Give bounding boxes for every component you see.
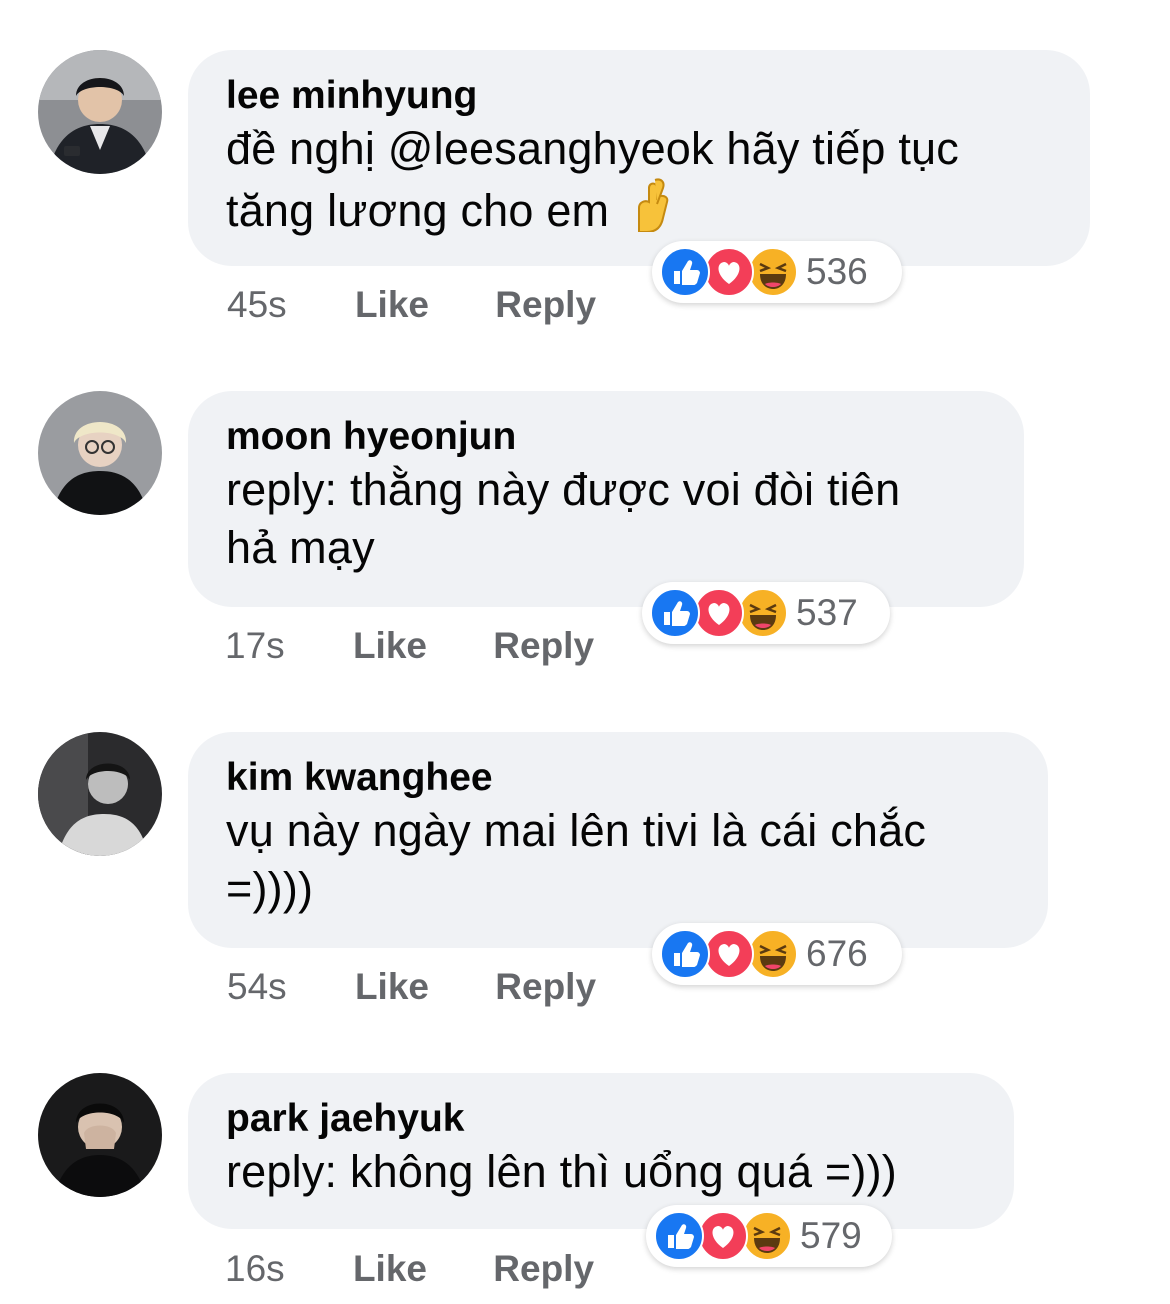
comment-actions: 54s Like Reply xyxy=(227,966,652,1008)
comment-timestamp[interactable]: 54s xyxy=(227,966,287,1008)
like-icon xyxy=(650,588,700,638)
like-button[interactable]: Like xyxy=(355,966,429,1008)
reaction-count: 536 xyxy=(806,251,868,292)
comment-text-line: reply: không lên thì uổng quá =))) xyxy=(226,1146,897,1197)
comment-actions: 17s Like Reply xyxy=(225,625,650,667)
comment-bubble: kim kwanghee vụ này ngày mai lên tivi là… xyxy=(188,732,1048,948)
love-icon xyxy=(704,247,754,297)
like-button[interactable]: Like xyxy=(355,284,429,326)
comment-bubble: moon hyeonjun reply: thằng này được voi … xyxy=(188,391,1024,607)
like-button[interactable]: Like xyxy=(353,1248,427,1290)
like-button[interactable]: Like xyxy=(353,625,427,667)
reactions-summary[interactable]: 536 xyxy=(652,241,902,303)
reactions-summary[interactable]: 579 xyxy=(646,1205,892,1267)
reply-button[interactable]: Reply xyxy=(495,284,596,326)
comment-timestamp[interactable]: 45s xyxy=(227,284,287,326)
haha-icon xyxy=(738,588,788,638)
reactions-summary[interactable]: 537 xyxy=(642,582,890,644)
comment-text-line: reply: thằng này được voi đòi tiên xyxy=(226,464,901,515)
love-icon xyxy=(694,588,744,638)
avatar[interactable] xyxy=(38,1073,162,1197)
haha-icon xyxy=(748,929,798,979)
comment-text-line-2: hả mạy xyxy=(226,522,375,573)
haha-icon xyxy=(742,1211,792,1261)
reply-button[interactable]: Reply xyxy=(493,625,594,667)
crossed-fingers-icon xyxy=(629,178,675,246)
avatar[interactable] xyxy=(38,50,162,174)
comment-author[interactable]: lee minhyung xyxy=(226,72,1050,120)
comment-text-line-2: tăng lương cho em xyxy=(226,178,1050,246)
comment-text-line: vụ này ngày mai lên tivi là cái chắc xyxy=(226,805,927,856)
reply-button[interactable]: Reply xyxy=(493,1248,594,1290)
comment-bubble: park jaehyuk reply: không lên thì uổng q… xyxy=(188,1073,1014,1229)
like-icon xyxy=(660,929,710,979)
comment-timestamp[interactable]: 16s xyxy=(225,1248,285,1290)
avatar[interactable] xyxy=(38,732,162,856)
reactions-summary[interactable]: 676 xyxy=(652,923,902,985)
comment-author[interactable]: kim kwanghee xyxy=(226,754,1008,802)
reaction-count: 579 xyxy=(800,1215,862,1256)
comment-author[interactable]: park jaehyuk xyxy=(226,1095,974,1143)
comment-actions: 16s Like Reply xyxy=(225,1248,650,1290)
reaction-count: 537 xyxy=(796,592,858,633)
haha-icon xyxy=(748,247,798,297)
like-icon xyxy=(660,247,710,297)
comment-bubble: lee minhyung đề nghị @leesanghyeok hãy t… xyxy=(188,50,1090,266)
love-icon xyxy=(698,1211,748,1261)
like-icon xyxy=(654,1211,704,1261)
comment-author[interactable]: moon hyeonjun xyxy=(226,413,984,461)
reply-button[interactable]: Reply xyxy=(495,966,596,1008)
comment-actions: 45s Like Reply xyxy=(227,284,652,326)
reaction-count: 676 xyxy=(806,933,868,974)
comment-timestamp[interactable]: 17s xyxy=(225,625,285,667)
comment-text-line: đề nghị @leesanghyeok hãy tiếp tục xyxy=(226,123,959,174)
love-icon xyxy=(704,929,754,979)
comment-text-line-2: =)))) xyxy=(226,863,314,914)
avatar[interactable] xyxy=(38,391,162,515)
